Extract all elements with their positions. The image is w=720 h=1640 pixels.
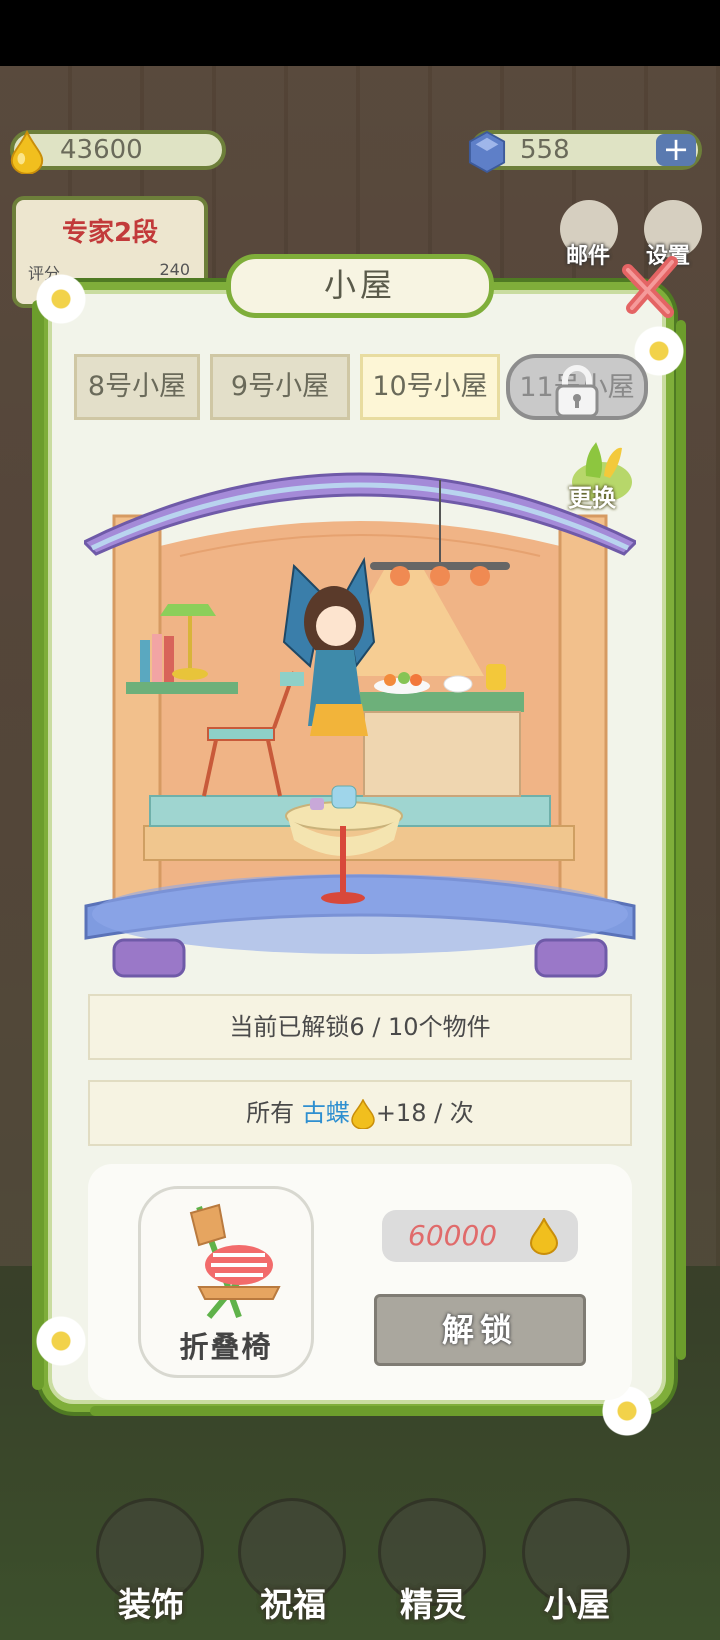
nav-decor[interactable]: 装饰 <box>94 1498 204 1628</box>
tab-label: 8号小屋 <box>87 371 187 402</box>
status-bar <box>0 0 720 66</box>
gem-icon <box>468 130 506 174</box>
gem-value: 558 <box>520 135 570 165</box>
bonus-target: 古蝶 <box>301 1099 350 1127</box>
honey-drop-icon <box>351 1099 375 1129</box>
bonus-prefix: 所有 <box>246 1099 295 1127</box>
folding-chair-icon <box>189 1203 281 1319</box>
nav-sprites[interactable]: 精灵 <box>376 1498 486 1628</box>
honey-drop-icon <box>529 1218 559 1255</box>
nav-blessing[interactable]: 祝福 <box>236 1498 346 1628</box>
tab-cabin-9[interactable]: 9号小屋 <box>210 354 350 420</box>
bonus-text: 所有 古蝶 +18 / 次 <box>88 1080 632 1146</box>
price-value: 60000 <box>408 1219 498 1252</box>
close-x-icon[interactable] <box>620 256 682 318</box>
add-gems-button[interactable]: + <box>656 133 696 166</box>
nav-label: 小屋 <box>544 1585 610 1624</box>
tab-cabin-10[interactable]: 10号小屋 <box>360 354 500 420</box>
nav-label: 祝福 <box>260 1585 326 1624</box>
tab-cabin-11[interactable]: 11号小屋 <box>506 354 648 420</box>
price-tag: 60000 <box>382 1210 578 1262</box>
rank-value: 240 <box>159 260 190 279</box>
tab-cabin-8[interactable]: 8号小屋 <box>74 354 200 420</box>
plus-icon: + <box>662 130 690 168</box>
nav-label: 精灵 <box>400 1585 466 1624</box>
flower-decoration <box>34 272 88 326</box>
lock-icon <box>555 365 599 418</box>
bonus-suffix: +18 / 次 <box>375 1099 474 1127</box>
nav-cabin[interactable]: 小屋 <box>520 1498 630 1628</box>
tab-label: 9号小屋 <box>230 371 330 402</box>
unlock-label: 解锁 <box>441 1311 518 1349</box>
nav-label: 装饰 <box>118 1585 184 1624</box>
honey-value: 43600 <box>60 135 143 165</box>
flower-decoration <box>34 1314 88 1368</box>
rank-title: 专家2段 <box>61 218 159 248</box>
gem-counter: 558 + <box>468 130 702 174</box>
unlock-progress: 当前已解锁6 / 10个物件 <box>229 1013 491 1041</box>
unlock-button[interactable]: 解锁 <box>374 1294 586 1366</box>
honey-counter: 43600 <box>10 130 226 174</box>
item-name: 折叠椅 <box>179 1330 273 1364</box>
honey-drop-icon <box>10 130 44 174</box>
unlock-progress-text: 当前已解锁6 / 10个物件 <box>88 994 632 1060</box>
dialog-title: 小屋 <box>226 254 494 318</box>
cabin-room-illustration <box>84 472 636 978</box>
mail-label: 邮件 <box>566 244 611 269</box>
tab-label: 10号小屋 <box>372 371 488 402</box>
